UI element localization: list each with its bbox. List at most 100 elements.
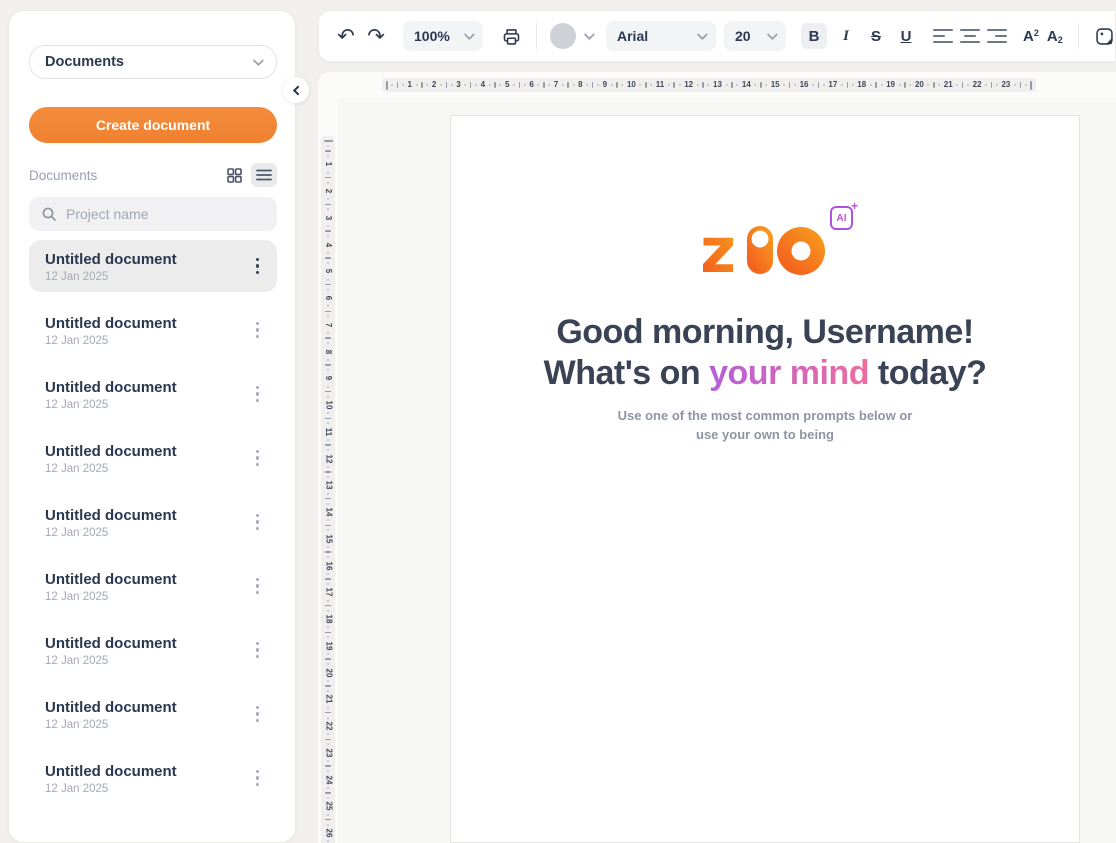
italic-button[interactable]: I xyxy=(833,23,859,49)
list-item[interactable]: Untitled document12 Jan 2025 xyxy=(29,624,277,676)
font-size-select[interactable]: 20 xyxy=(724,21,786,51)
color-swatch-circle xyxy=(550,23,576,49)
list-item[interactable]: Untitled document 12 Jan 2025 xyxy=(29,240,277,292)
underline-button[interactable]: U xyxy=(893,23,919,49)
document-title: Untitled document xyxy=(45,570,250,589)
kebab-menu-icon[interactable] xyxy=(250,766,266,791)
sidebar: Documents Create document Documents Unti… xyxy=(8,10,296,843)
align-center-button[interactable] xyxy=(960,29,980,44)
ruler-tick-label: 18 xyxy=(324,615,332,624)
ruler-tick-label: 4 xyxy=(324,242,332,246)
horizontal-ruler-strip: 1234567891011121314151617181920212223 xyxy=(318,72,1116,98)
undo-button[interactable]: ↶ xyxy=(333,23,359,49)
ruler-tick-label: 14 xyxy=(324,508,332,517)
chevron-left-icon xyxy=(292,85,302,95)
ruler-tick-label: 10 xyxy=(627,81,636,89)
ruler-tick-label: 22 xyxy=(324,722,332,731)
document-date: 12 Jan 2025 xyxy=(45,335,250,347)
ruler-tick-label: 23 xyxy=(1001,81,1010,89)
ruler-tick-label: 15 xyxy=(771,81,780,89)
ruler-tick-label: 9 xyxy=(324,376,332,380)
zoom-select[interactable]: 100% xyxy=(403,21,483,51)
align-left-button[interactable] xyxy=(933,29,953,44)
list-item[interactable]: Untitled document12 Jan 2025 xyxy=(29,496,277,548)
ruler-tick-label: 21 xyxy=(944,81,953,89)
bold-button[interactable]: B xyxy=(801,23,827,49)
ruler-tick-label: 8 xyxy=(324,349,332,353)
print-button[interactable] xyxy=(498,23,524,49)
logo-letter-z: z xyxy=(703,220,736,276)
list-item[interactable]: Untitled document12 Jan 2025 xyxy=(29,752,277,804)
ruler-tick-label: 26 xyxy=(324,829,332,838)
search-icon xyxy=(41,206,57,222)
grid-view-button[interactable] xyxy=(221,163,247,187)
list-item[interactable]: Untitled document 12 Jan 2025 xyxy=(29,432,277,484)
documents-section-header: Documents xyxy=(29,163,277,187)
document-date: 12 Jan 2025 xyxy=(45,527,250,539)
strikethrough-button[interactable]: S xyxy=(863,23,889,49)
ruler-tick-label: 17 xyxy=(324,588,332,597)
redo-icon: ↷ xyxy=(367,26,385,46)
zio-logo-icon: z xyxy=(703,220,827,276)
ruler-tick-label: 6 xyxy=(529,81,533,89)
project-search xyxy=(29,197,277,231)
ruler-tick-label: 7 xyxy=(554,81,558,89)
list-item[interactable]: Untitled document 12 Jan 2025 xyxy=(29,304,277,356)
list-item[interactable]: Untitled document12 Jan 2025 xyxy=(29,688,277,740)
greeting-heading: Good morning, Username! What's on your m… xyxy=(451,312,1079,394)
font-family-select[interactable]: Arial xyxy=(606,21,716,51)
superscript-button[interactable]: A2 xyxy=(1023,28,1039,45)
horizontal-ruler[interactable]: 1234567891011121314151617181920212223 xyxy=(382,78,1036,92)
image-icon xyxy=(1094,26,1115,47)
ruler-tick-label: 13 xyxy=(713,81,722,89)
kebab-menu-icon[interactable] xyxy=(250,382,266,407)
undo-icon: ↶ xyxy=(337,26,355,46)
list-view-button[interactable] xyxy=(251,163,277,187)
ruler-tick-label: 1 xyxy=(407,81,411,89)
ruler-tick-label: 10 xyxy=(324,401,332,410)
kebab-menu-icon[interactable] xyxy=(250,638,266,663)
ruler-tick-label: 8 xyxy=(578,81,582,89)
ruler-tick-label: 2 xyxy=(432,81,436,89)
kebab-menu-icon[interactable] xyxy=(250,254,266,279)
document-page[interactable]: z AI + Good morning, Username! What's on… xyxy=(450,115,1080,843)
ruler-tick-label: 19 xyxy=(886,81,895,89)
ruler-tick-label: 15 xyxy=(324,534,332,543)
kebab-menu-icon[interactable] xyxy=(250,510,266,535)
document-date: 12 Jan 2025 xyxy=(45,463,250,475)
document-title: Untitled document xyxy=(45,442,250,461)
document-date: 12 Jan 2025 xyxy=(45,591,250,603)
document-title: Untitled document xyxy=(45,250,250,269)
list-item[interactable]: Untitled document12 Jan 2025 xyxy=(29,368,277,420)
ruler-tick-label: 21 xyxy=(324,695,332,704)
align-right-button[interactable] xyxy=(987,29,1007,44)
document-date: 12 Jan 2025 xyxy=(45,719,250,731)
subscript-button[interactable]: A2 xyxy=(1047,28,1063,45)
chevron-down-icon xyxy=(584,29,595,40)
ruler-tick-label: 2 xyxy=(324,189,332,193)
sidebar-collapse-button[interactable] xyxy=(283,77,309,103)
workspace-selector[interactable]: Documents xyxy=(29,45,277,79)
ruler-tick-label: 25 xyxy=(324,802,332,811)
create-document-button[interactable]: Create document xyxy=(29,107,277,143)
kebab-menu-icon[interactable] xyxy=(250,574,266,599)
document-date: 12 Jan 2025 xyxy=(45,271,250,283)
kebab-menu-icon[interactable] xyxy=(250,702,266,727)
ruler-tick-label: 20 xyxy=(915,81,924,89)
text-color-picker[interactable] xyxy=(550,23,592,49)
search-input[interactable] xyxy=(66,206,246,222)
brand-logo: z AI + xyxy=(451,220,1079,276)
ruler-tick-label: 9 xyxy=(603,81,607,89)
kebab-menu-icon[interactable] xyxy=(250,446,266,471)
ruler-tick-label: 11 xyxy=(656,81,664,89)
ruler-tick-label: 19 xyxy=(324,641,332,650)
ruler-tick-label: 18 xyxy=(857,81,866,89)
redo-button[interactable]: ↷ xyxy=(363,23,389,49)
vertical-ruler[interactable]: 1234567891011121314151617181920212223242… xyxy=(321,136,335,843)
insert-image-button[interactable] xyxy=(1092,23,1116,49)
font-family-value: Arial xyxy=(617,28,648,44)
list-item[interactable]: Untitled document 12 Jan 2025 xyxy=(29,560,277,612)
kebab-menu-icon[interactable] xyxy=(250,318,266,343)
printer-icon xyxy=(501,26,522,47)
document-title: Untitled document xyxy=(45,314,250,333)
